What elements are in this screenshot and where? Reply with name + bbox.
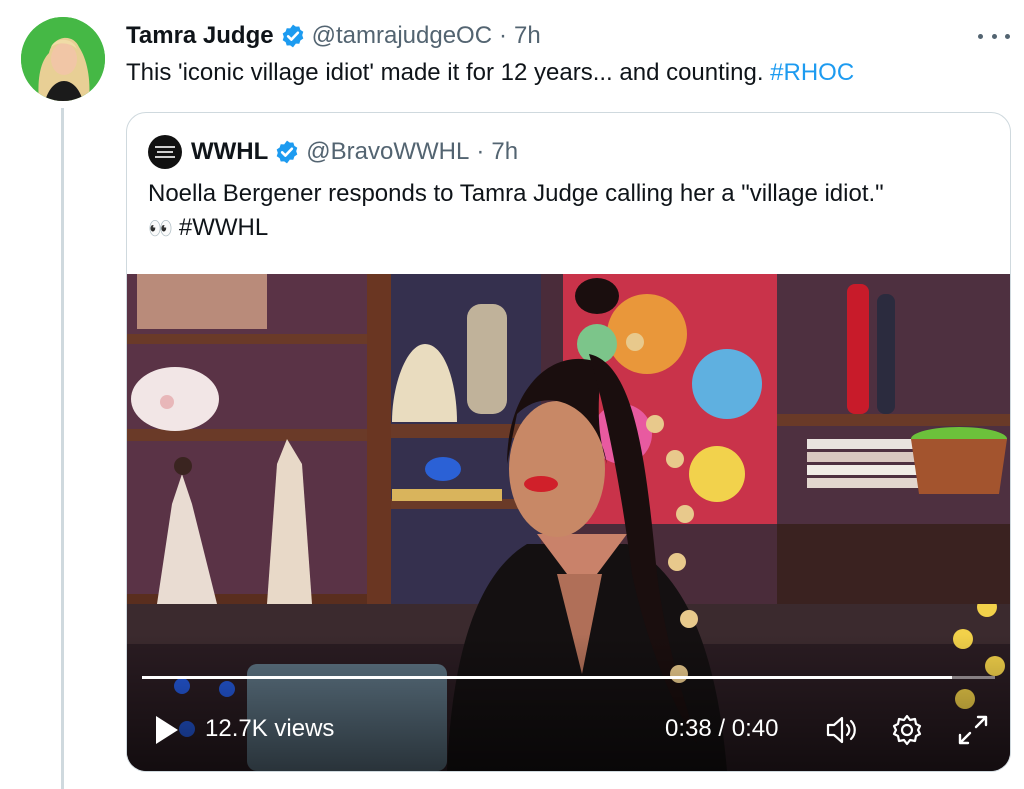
tweet-header: Tamra Judge @tamrajudgeOC · 7h [126,20,541,52]
video-progress-bar[interactable] [142,676,995,679]
view-count: 12.7K views [205,715,335,742]
video-player[interactable]: 12.7K views 0:38 / 0:40 [127,274,1010,771]
separator-dot: · [499,22,508,49]
hashtag-link[interactable]: #RHOC [770,59,854,86]
tweet-text: This 'iconic village idiot' made it for … [126,57,854,89]
quote-author-handle[interactable]: @BravoWWHL [306,138,469,166]
author-avatar-image [21,17,105,101]
more-icon[interactable] [978,26,1010,46]
tweet-body: This 'iconic village idiot' made it for … [126,59,764,86]
play-icon[interactable] [154,714,180,746]
quote-avatar[interactable] [148,135,182,169]
author-name[interactable]: Tamra Judge [126,22,274,50]
verified-badge-icon [277,140,298,164]
video-timer: 0:38 / 0:40 [665,715,779,742]
video-frame [127,274,1010,771]
author-avatar[interactable] [21,17,105,101]
volume-icon[interactable] [824,712,860,748]
eyes-emoji: 👀 [148,218,173,240]
fullscreen-icon[interactable] [955,712,991,748]
settings-icon[interactable] [889,712,925,748]
quoted-tweet[interactable]: WWHL @BravoWWHL · 7h Noella Bergener res… [126,112,1011,772]
quote-hashtag[interactable]: #WWHL [179,214,268,241]
thread-line [61,108,64,789]
video-progress-fill [142,676,953,679]
verified-badge-icon [282,24,303,48]
separator-dot: · [476,138,485,165]
quote-author-name[interactable]: WWHL [191,138,268,166]
tweet-time[interactable]: 7h [514,22,541,50]
quote-time[interactable]: 7h [491,138,518,166]
quote-header: WWHL @BravoWWHL · 7h [148,135,518,169]
author-handle[interactable]: @tamrajudgeOC [312,22,492,50]
quote-text: Noella Bergener responds to Tamra Judge … [148,177,998,246]
quote-body: Noella Bergener responds to Tamra Judge … [148,180,884,207]
